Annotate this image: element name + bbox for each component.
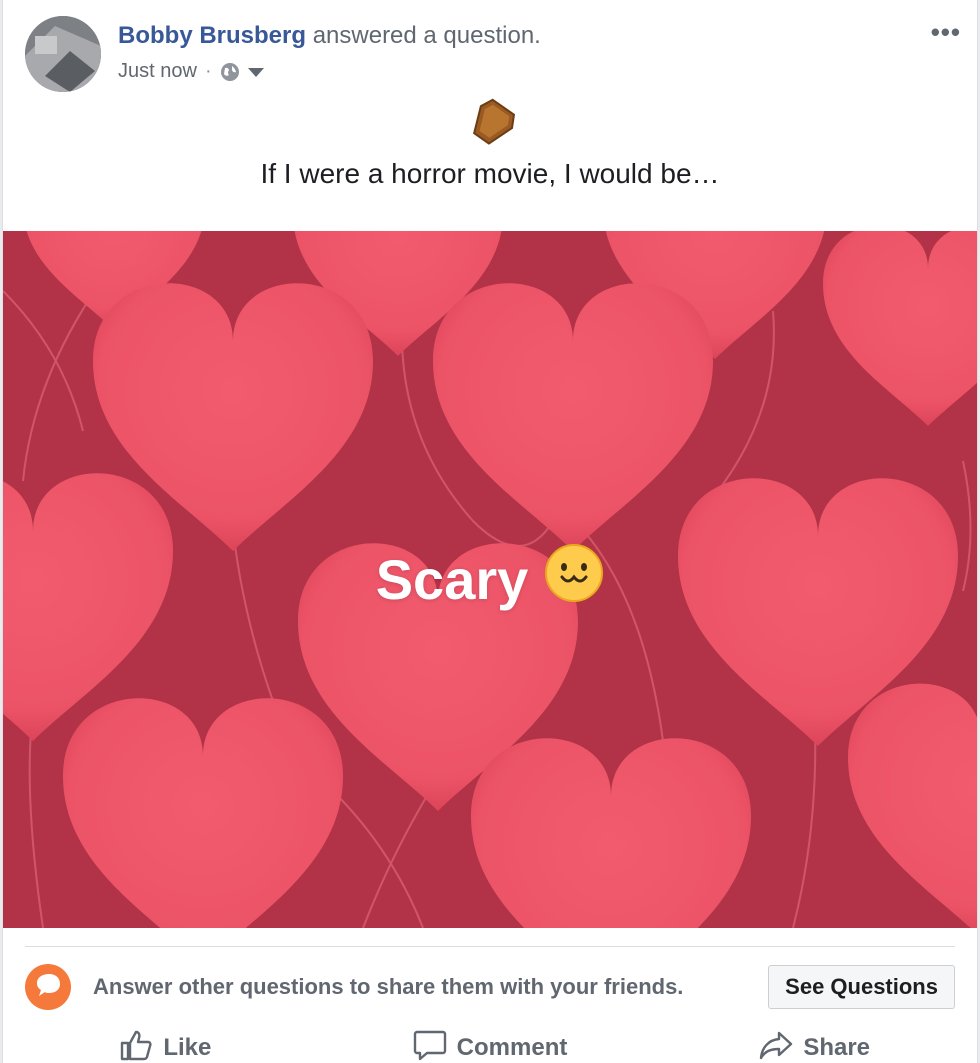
answer-text: Scary: [3, 543, 977, 616]
question-text: If I were a horror movie, I would be…: [260, 158, 720, 189]
more-options-icon[interactable]: •••: [931, 19, 961, 45]
comment-icon: [413, 1029, 447, 1063]
answer-prompt-row: Answer other questions to share them wit…: [25, 964, 955, 1010]
prompt-text: Answer other questions to share them wit…: [93, 974, 684, 999]
post-timestamp[interactable]: Just now: [118, 60, 197, 83]
globe-icon[interactable]: [220, 62, 240, 82]
comment-button[interactable]: Comment: [328, 1026, 653, 1063]
share-arrow-icon: [759, 1029, 793, 1063]
question-bubble-icon: [25, 964, 71, 1010]
post-action-bar: Like Comment Share: [3, 1026, 977, 1063]
author-avatar[interactable]: [25, 16, 101, 92]
see-questions-button[interactable]: See Questions: [768, 965, 955, 1009]
share-label: Share: [803, 1034, 871, 1061]
smiley-cat-face-icon: [544, 543, 604, 616]
question-post-card: Bobby Brusberg answered a question. Just…: [2, 0, 978, 1063]
chevron-down-icon[interactable]: [247, 66, 264, 78]
share-button[interactable]: Share: [652, 1026, 977, 1063]
divider: [25, 946, 955, 947]
thumbs-up-icon: [119, 1029, 153, 1063]
answer-label: Scary: [375, 548, 529, 611]
post-action-text: answered a question.: [312, 22, 541, 49]
like-label: Like: [163, 1034, 212, 1061]
post-header-line: Bobby Brusberg answered a question.: [118, 22, 541, 50]
comment-label: Comment: [456, 1034, 568, 1061]
meta-separator: ·: [204, 60, 212, 82]
like-button[interactable]: Like: [3, 1026, 328, 1063]
author-name-link[interactable]: Bobby Brusberg: [118, 22, 306, 49]
coffin-icon: [466, 98, 520, 151]
post-meta: Just now ·: [118, 60, 264, 83]
